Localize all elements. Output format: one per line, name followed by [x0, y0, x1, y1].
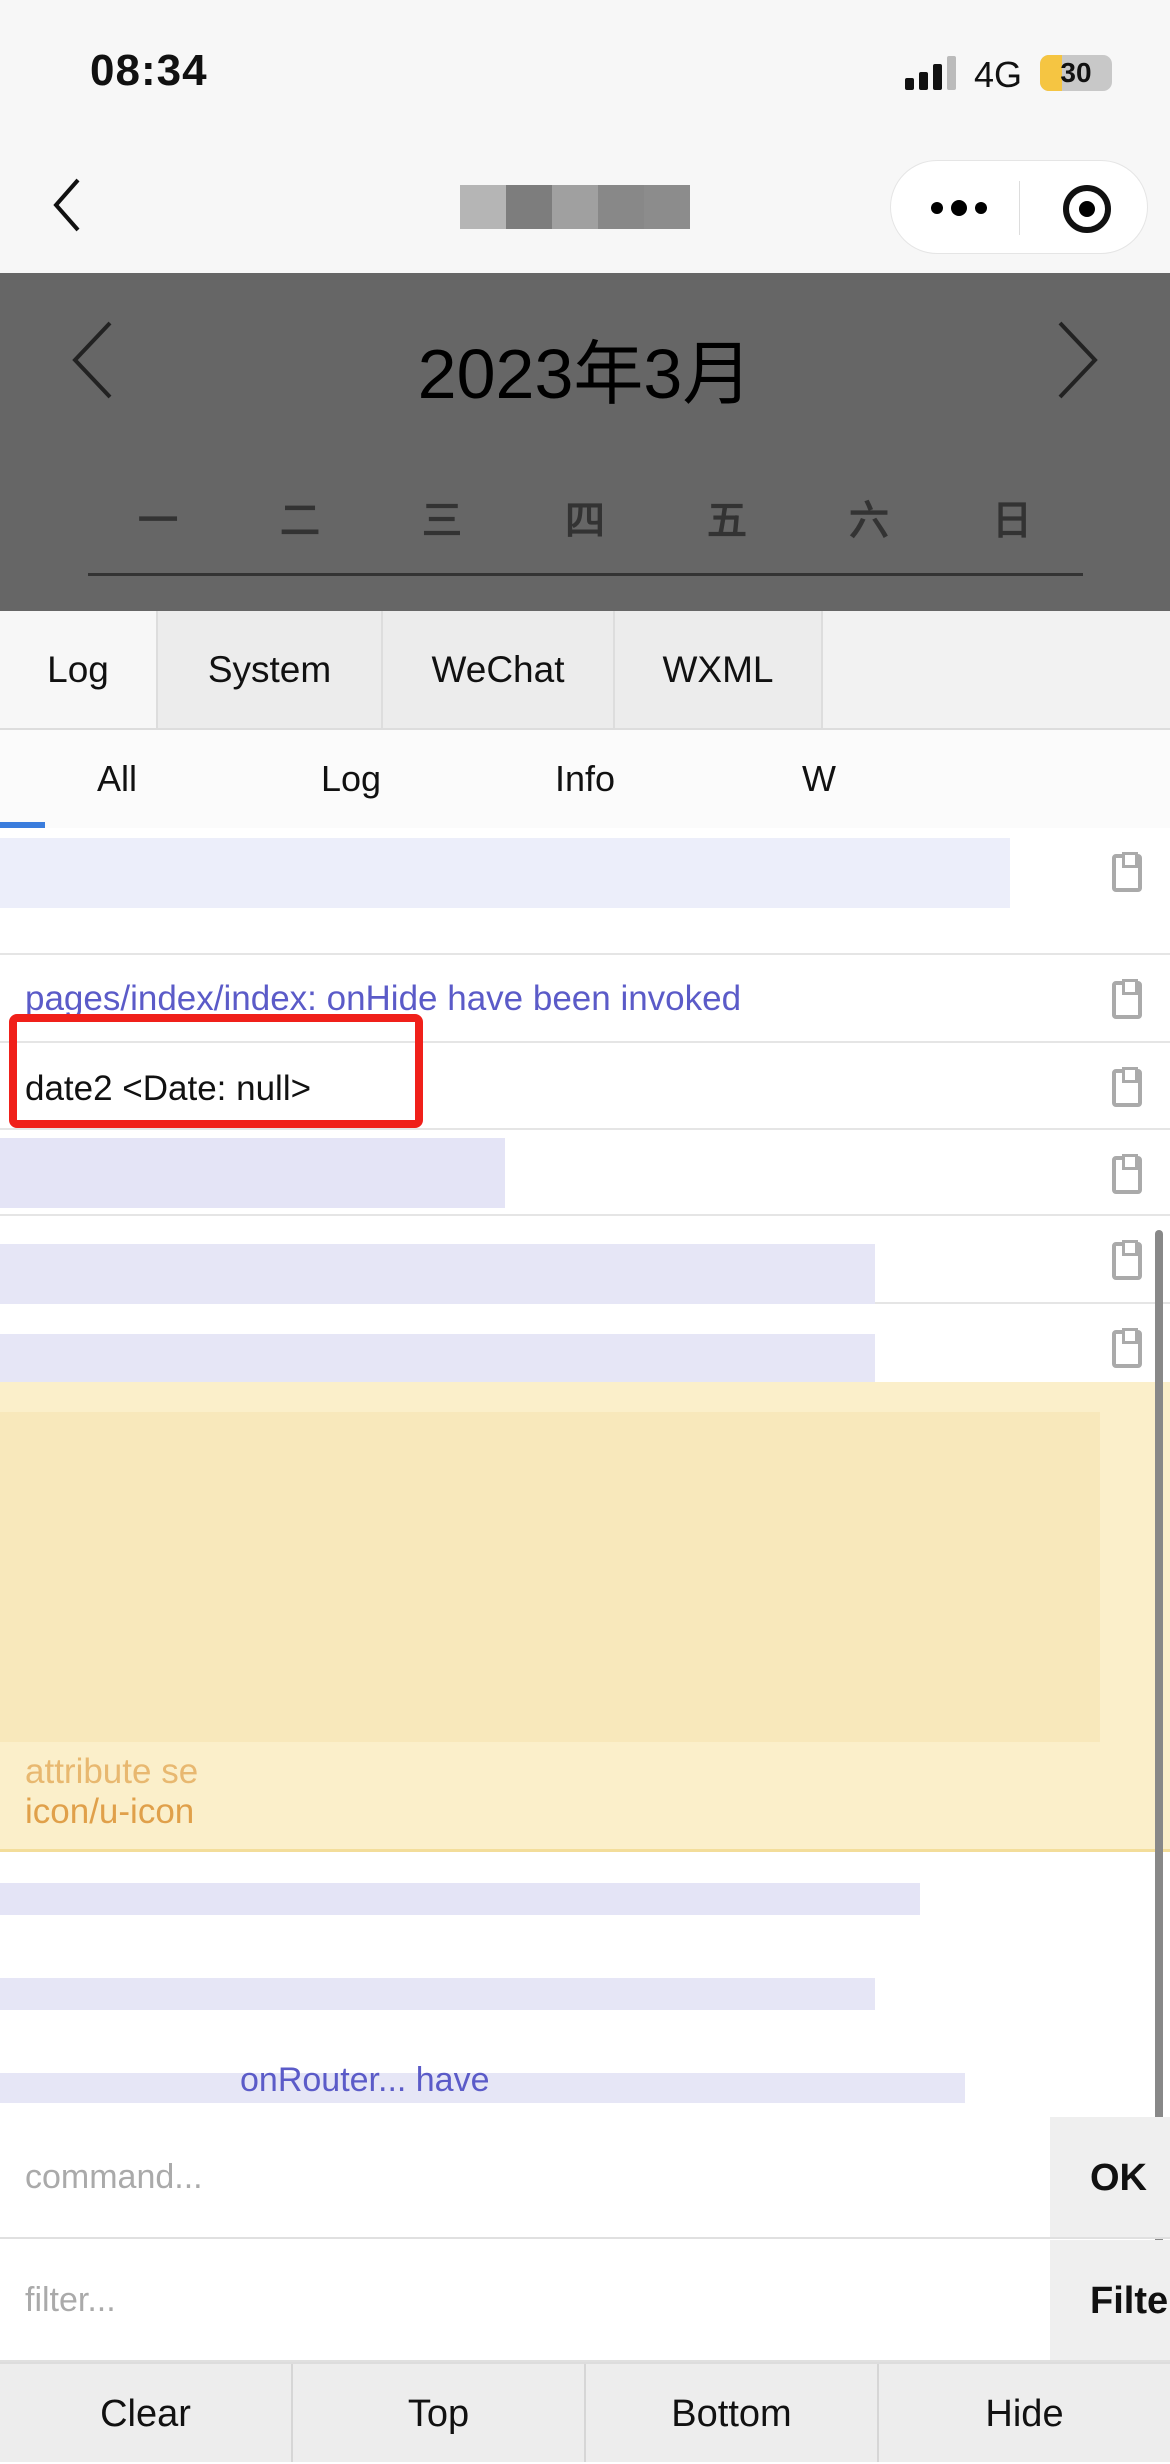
tab-wechat[interactable]: WeChat [383, 611, 615, 728]
bottom-button[interactable]: Bottom [586, 2364, 879, 2462]
redacted-text [0, 1883, 920, 1915]
copy-icon[interactable] [1112, 1240, 1142, 1280]
log-row-redacted [0, 1304, 1170, 1382]
weekday: 六 [849, 499, 889, 543]
weekday: 一 [138, 499, 178, 543]
copy-icon[interactable] [1112, 1067, 1142, 1107]
log-text-fragment: onRouter... have [240, 2061, 490, 2099]
log-text: pages/index/index: onHide have been invo… [25, 979, 742, 1018]
redacted-text [0, 1412, 1100, 1742]
more-icon[interactable] [929, 191, 989, 225]
copy-icon[interactable] [1112, 1328, 1142, 1368]
tab-system[interactable]: System [158, 611, 383, 728]
status-time: 08:34 [90, 46, 208, 95]
console-tabs: Log System WeChat WXML [0, 611, 1170, 730]
clear-button[interactable]: Clear [0, 2364, 293, 2462]
subtab-info[interactable]: Info [468, 730, 702, 828]
console-toolbar: Clear Top Bottom Hide [0, 2362, 1170, 2462]
weekday: 四 [565, 499, 605, 543]
filter-input[interactable] [0, 2240, 1050, 2360]
top-button[interactable]: Top [293, 2364, 586, 2462]
log-row-redacted [0, 1216, 1170, 1314]
battery-level: 30 [1060, 57, 1092, 88]
calendar-divider [88, 573, 1083, 576]
weekday: 五 [707, 499, 747, 543]
redacted-text [0, 1334, 875, 1382]
weekday: 三 [422, 499, 462, 543]
hide-button[interactable]: Hide [879, 2364, 1170, 2462]
subtab-all[interactable]: All [0, 730, 234, 828]
signal-icon [905, 56, 956, 90]
warn-text-fragment: attribute se [25, 1752, 199, 1791]
command-input[interactable] [0, 2117, 1050, 2237]
command-row: OK [0, 2117, 1170, 2239]
capsule-divider [1019, 181, 1020, 235]
log-row-warning: attribute se icon/u-icon [0, 1382, 1170, 1852]
subtab-warn[interactable]: W [789, 730, 849, 828]
capsule-menu [890, 160, 1148, 254]
subtab-log[interactable]: Log [234, 730, 468, 828]
filter-button[interactable]: Filter [1050, 2240, 1170, 2360]
copy-icon[interactable] [1112, 1154, 1142, 1194]
redacted-text [0, 1138, 505, 1208]
log-level-tabs: All Log Info W [0, 730, 1170, 828]
weekday: 二 [280, 499, 320, 543]
log-row-redacted [0, 1130, 1170, 1216]
redacted-text [0, 838, 1010, 908]
network-type: 4G [974, 54, 1023, 95]
tab-wxml[interactable]: WXML [615, 611, 823, 728]
warn-text-fragment: icon/u-icon [25, 1792, 195, 1831]
calendar-month-title: 2023年3月 [417, 335, 753, 413]
tab-log[interactable]: Log [0, 611, 158, 728]
copy-icon[interactable] [1112, 979, 1142, 1019]
battery-icon: 30 [1040, 55, 1112, 91]
close-miniprogram-icon[interactable] [1061, 183, 1113, 235]
filter-row: Filter [0, 2240, 1170, 2362]
weekday: 日 [992, 499, 1032, 543]
page-title-redacted [460, 185, 690, 229]
copy-icon[interactable] [1112, 852, 1142, 892]
log-rows-redacted: onRouter... have [0, 1853, 1170, 2117]
highlight-box [9, 1014, 423, 1128]
back-icon[interactable] [48, 175, 88, 235]
redacted-text [0, 1978, 875, 2010]
ok-button[interactable]: OK [1050, 2117, 1170, 2237]
log-row-redacted [0, 828, 1170, 955]
